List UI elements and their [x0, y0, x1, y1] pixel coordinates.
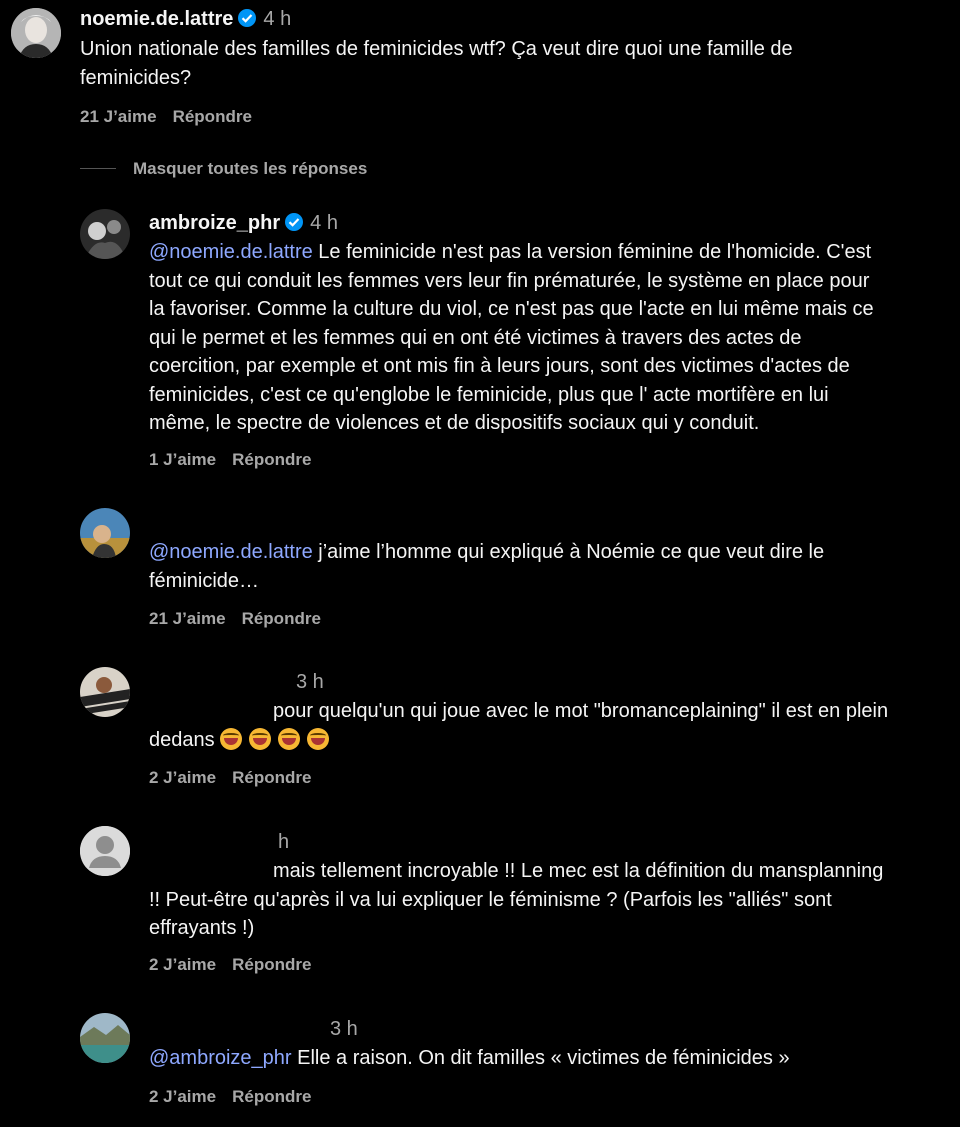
reply-button[interactable]: Répondre: [232, 450, 311, 469]
profile-photo-icon: [80, 209, 130, 259]
reply-header: ambroize_phr 4 h: [149, 212, 338, 235]
profile-photo-icon: [11, 8, 61, 58]
avatar[interactable]: [80, 667, 130, 717]
avatar[interactable]: [11, 8, 61, 58]
avatar[interactable]: [80, 209, 130, 259]
reply-button[interactable]: Répondre: [173, 107, 252, 126]
hide-replies-button[interactable]: Masquer toutes les réponses: [133, 159, 367, 179]
likes-count[interactable]: 2 J’aime: [149, 955, 216, 974]
grinning-face-emoji: [220, 727, 243, 750]
redacted-username: [140, 504, 300, 534]
likes-count[interactable]: 2 J’aime: [149, 768, 216, 787]
likes-count[interactable]: 2 J’aime: [149, 1087, 216, 1106]
timestamp: 3 h: [330, 1018, 358, 1040]
likes-count[interactable]: 21 J’aime: [80, 107, 157, 126]
profile-photo-icon: [80, 1013, 130, 1063]
reply-text: mais tellement incroyable !! Le mec est …: [149, 860, 884, 939]
mention-link[interactable]: @ambroize_phr: [149, 1047, 292, 1069]
reply-actions: 21 J’aime Répondre: [149, 609, 337, 629]
reply-actions: 1 J’aime Répondre: [149, 450, 327, 470]
mention-link[interactable]: @noemie.de.lattre: [149, 541, 313, 563]
redacted-username: [146, 1006, 330, 1038]
reply-text: @noemie.de.lattre j’aime l’homme qui exp…: [149, 541, 825, 592]
timestamp: h: [278, 831, 290, 853]
reply-actions: 2 J’aime Répondre: [149, 1087, 327, 1107]
username[interactable]: noemie.de.lattre: [80, 8, 233, 30]
profile-photo-icon: [80, 667, 130, 717]
comment-header: noemie.de.lattre 4 h: [80, 8, 291, 31]
likes-count[interactable]: 1 J’aime: [149, 450, 216, 469]
username[interactable]: ambroize_phr: [149, 212, 280, 234]
mention-link[interactable]: @noemie.de.lattre: [149, 241, 313, 263]
profile-photo-icon: [80, 508, 130, 558]
reply-button[interactable]: Répondre: [232, 955, 311, 974]
reply-text: @noemie.de.lattre Le feminicide n'est pa…: [149, 241, 874, 434]
redacted-username: [138, 820, 274, 850]
reply-actions: 2 J’aime Répondre: [149, 955, 327, 975]
reply-text: pour quelqu'un qui joue avec le mot "bro…: [149, 700, 889, 751]
comment-text: Union nationale des familles de feminici…: [80, 38, 793, 89]
default-avatar-icon: [80, 826, 130, 876]
reply-button[interactable]: Répondre: [232, 768, 311, 787]
divider-line: [80, 168, 116, 169]
verified-badge-icon: [238, 9, 257, 27]
avatar[interactable]: [80, 508, 130, 558]
avatar[interactable]: [80, 1013, 130, 1063]
reply-button[interactable]: Répondre: [232, 1087, 311, 1106]
grinning-face-emoji: [307, 727, 330, 750]
reply-button[interactable]: Répondre: [242, 609, 321, 628]
reply-actions: 2 J’aime Répondre: [149, 768, 327, 788]
verified-badge-icon: [285, 213, 304, 231]
timestamp: 4 h: [263, 8, 292, 30]
comment-actions: 21 J’aime Répondre: [80, 107, 268, 127]
likes-count[interactable]: 21 J’aime: [149, 609, 226, 628]
reply-text: @ambroize_phr Elle a raison. On dit fami…: [149, 1047, 790, 1069]
redacted-username: [138, 656, 298, 688]
avatar[interactable]: [80, 826, 130, 876]
timestamp: 3 h: [296, 671, 324, 693]
grinning-face-emoji: [278, 727, 301, 750]
timestamp: 4 h: [310, 212, 338, 234]
grinning-face-emoji: [249, 727, 272, 750]
